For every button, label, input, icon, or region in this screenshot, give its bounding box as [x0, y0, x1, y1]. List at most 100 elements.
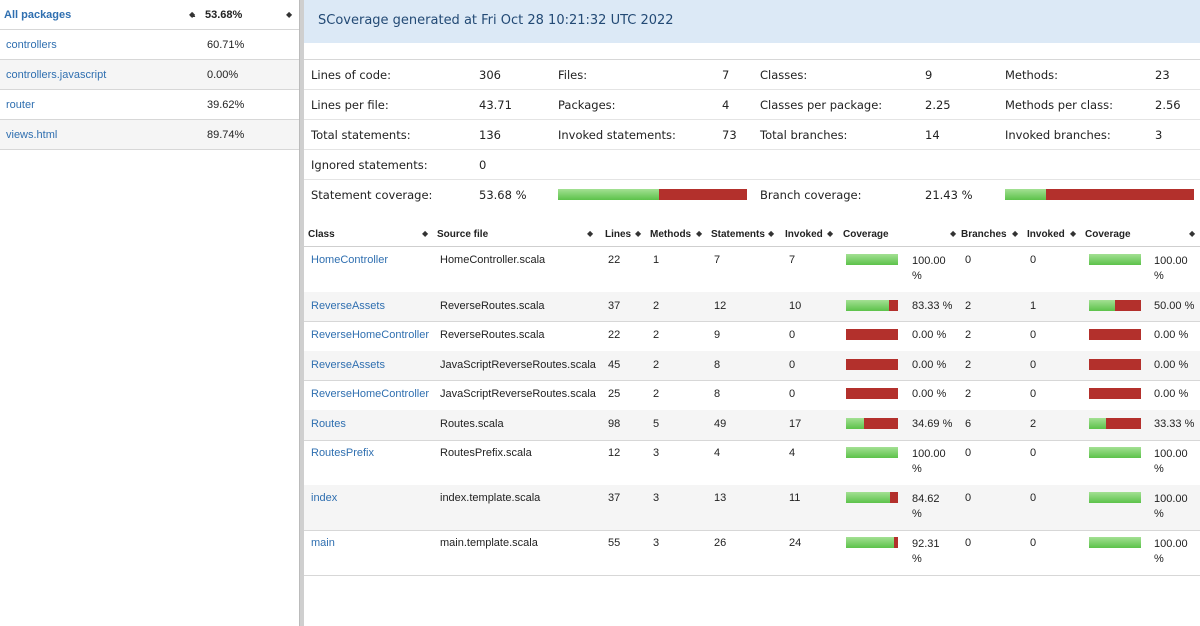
invoked-count: 0 — [789, 359, 796, 371]
branch-coverage-bar — [1089, 418, 1141, 429]
branch-coverage-pct: 100.00 % — [1154, 448, 1188, 475]
package-list-pane: All packages ▲ ◆ 53.68% ◆ controllers 60.… — [0, 0, 299, 626]
statement-coverage-bar — [846, 492, 898, 503]
statements-count: 13 — [714, 492, 727, 504]
col-lines[interactable]: Lines — [605, 229, 631, 240]
statement-coverage-bar — [846, 329, 898, 340]
col-branch-coverage[interactable]: Coverage — [1085, 229, 1131, 240]
col-statements[interactable]: Statements — [711, 229, 765, 240]
invoked-count: 7 — [789, 254, 796, 266]
report-banner: SCoverage generated at Fri Oct 28 10:21:… — [304, 0, 1200, 43]
source-file: RoutesPrefix.scala — [440, 447, 532, 459]
sort-icon[interactable]: ◆ — [635, 229, 641, 238]
table-row: HomeController HomeController.scala 22 1 7 7 1… — [304, 247, 1200, 293]
class-link[interactable]: ReverseAssets — [311, 359, 385, 371]
col-source-file[interactable]: Source file — [437, 229, 488, 240]
covered-segment — [1089, 254, 1141, 265]
col-invoked[interactable]: Invoked — [785, 229, 823, 240]
package-coverage: 0.00% — [207, 68, 239, 81]
branch-coverage-bar — [1089, 447, 1141, 458]
sort-icon[interactable]: ◆ — [587, 229, 593, 238]
sort-icon[interactable]: ◆ — [286, 10, 292, 19]
sort-icon[interactable]: ◆ — [422, 229, 428, 238]
invoked-count: 4 — [789, 447, 796, 459]
uncovered-segment — [659, 189, 747, 200]
invoked-count: 11 — [789, 492, 801, 504]
covered-segment — [1089, 537, 1141, 548]
sort-icon[interactable]: ◆ — [1012, 229, 1018, 238]
branch-invoked-count: 0 — [1030, 388, 1037, 400]
package-link[interactable]: router — [6, 99, 35, 111]
all-packages-coverage: 53.68% — [205, 8, 243, 21]
uncovered-segment — [846, 359, 898, 370]
class-link[interactable]: Routes — [311, 418, 346, 430]
main-pane: SCoverage generated at Fri Oct 28 10:21:… — [304, 0, 1200, 626]
uncovered-segment — [889, 300, 898, 311]
methods-count: 3 — [653, 537, 660, 549]
source-file: ReverseRoutes.scala — [440, 329, 545, 341]
statement-coverage-pct: 0.00 % — [912, 388, 947, 400]
statements-count: 9 — [714, 329, 721, 341]
sort-icon[interactable]: ◆ — [827, 229, 833, 238]
all-packages-link[interactable]: All packages — [4, 9, 71, 21]
package-link[interactable]: controllers.javascript — [6, 69, 106, 81]
package-list-header: All packages ▲ ◆ 53.68% ◆ — [0, 0, 299, 30]
uncovered-segment — [1089, 329, 1141, 340]
source-file: Routes.scala — [440, 418, 504, 430]
uncovered-segment — [1046, 189, 1194, 200]
class-link[interactable]: index — [311, 492, 337, 504]
class-link[interactable]: main — [311, 537, 335, 549]
sort-icon[interactable]: ◆ — [950, 229, 956, 238]
stats-row: Ignored statements: 0 — [304, 150, 1200, 180]
stat-label: Lines of code: — [311, 68, 391, 82]
class-link[interactable]: RoutesPrefix — [311, 447, 374, 459]
covered-segment — [846, 447, 898, 458]
statement-coverage-pct: 34.69 % — [912, 418, 953, 430]
table-row: ReverseAssets JavaScriptReverseRoutes.sca… — [304, 351, 1200, 381]
statement-coverage-bar — [846, 447, 898, 458]
package-link[interactable]: controllers — [6, 39, 57, 51]
col-class[interactable]: Class — [308, 229, 335, 240]
stat-value-branch-coverage: 21.43 % — [925, 188, 973, 202]
class-link[interactable]: HomeController — [311, 254, 388, 266]
branches-count: 2 — [965, 329, 972, 341]
statement-coverage-bar — [846, 359, 898, 370]
methods-count: 3 — [653, 492, 660, 504]
col-branches[interactable]: Branches — [961, 229, 1007, 240]
class-link[interactable]: ReverseHomeController — [311, 329, 429, 341]
sort-icon[interactable]: ◆ — [696, 229, 702, 238]
stats-row: Total statements: 136 Invoked statements… — [304, 120, 1200, 150]
stat-value-invoked-statements: 73 — [722, 128, 737, 142]
uncovered-segment — [846, 329, 898, 340]
sort-icon[interactable]: ◆ — [1189, 229, 1195, 238]
branch-coverage-pct: 100.00 % — [1154, 255, 1188, 282]
branches-count: 2 — [965, 300, 972, 312]
col-branch-invoked[interactable]: Invoked — [1027, 229, 1065, 240]
col-methods[interactable]: Methods — [650, 229, 691, 240]
stat-value-lines-of-code: 306 — [479, 68, 501, 82]
statement-coverage-pct: 100.00 % — [912, 448, 946, 475]
lines-count: 37 — [608, 300, 621, 312]
stat-label: Classes: — [760, 68, 808, 82]
stat-label: Total statements: — [311, 128, 411, 142]
source-file: HomeController.scala — [440, 254, 546, 266]
stats-row: Lines of code: 306 Files: 7 Classes: 9 M… — [304, 60, 1200, 90]
sort-icon[interactable]: ◆ — [768, 229, 774, 238]
sort-icon[interactable]: ◆ — [189, 10, 195, 19]
invoked-count: 10 — [789, 300, 802, 312]
source-file: main.template.scala — [440, 537, 538, 549]
sort-icon[interactable]: ◆ — [1070, 229, 1076, 238]
branch-coverage-bar — [1005, 189, 1194, 200]
covered-segment — [1089, 300, 1115, 311]
class-link[interactable]: ReverseHomeController — [311, 388, 429, 400]
statements-count: 4 — [714, 447, 721, 459]
class-link[interactable]: ReverseAssets — [311, 300, 385, 312]
report-title: SCoverage generated at Fri Oct 28 10:21:… — [318, 13, 674, 28]
statement-coverage-pct: 92.31 % — [912, 538, 940, 565]
package-link[interactable]: views.html — [6, 129, 57, 141]
methods-count: 3 — [653, 447, 660, 459]
statements-count: 12 — [714, 300, 727, 312]
branch-coverage-bar — [1089, 359, 1141, 370]
col-coverage[interactable]: Coverage — [843, 229, 889, 240]
branch-invoked-count: 0 — [1030, 254, 1037, 266]
